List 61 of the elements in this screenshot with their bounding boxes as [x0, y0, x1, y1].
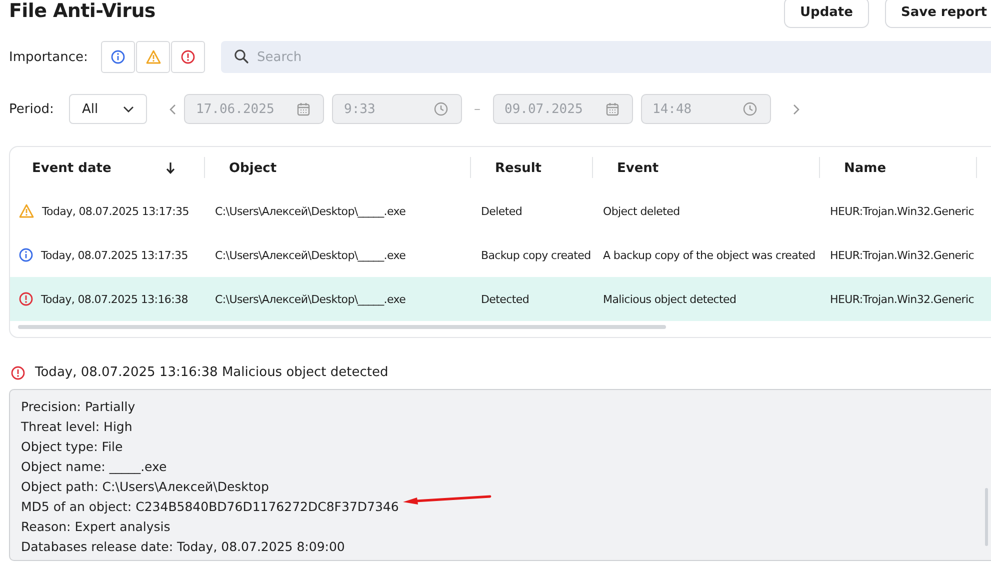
- error-icon: [11, 366, 25, 380]
- table-cell: Object deleted: [603, 204, 680, 218]
- clock-icon: [434, 102, 448, 116]
- vertical-scrollbar[interactable]: [985, 488, 988, 546]
- range-separator: –: [474, 102, 480, 116]
- detail-line: Object type: File: [21, 438, 123, 456]
- table-cell: HEUR:Trojan.Win32.Generic: [830, 248, 974, 262]
- chevron-down-icon: [123, 106, 134, 112]
- detail-line: MD5 of an object: C234B5840BD76D1176272DC8F37D7346: [21, 498, 399, 516]
- column-header[interactable]: Result: [495, 160, 542, 176]
- period-dropdown[interactable]: All: [69, 94, 147, 124]
- info-icon: [19, 248, 33, 262]
- importance-label: Importance:: [9, 50, 89, 64]
- error-icon: [181, 50, 195, 64]
- table-cell: C:\Users\Алексей\Desktop\_____.exe: [215, 292, 406, 306]
- clock-icon: [742, 102, 756, 116]
- table-cell: A backup copy of the object was created: [603, 248, 816, 262]
- period-label: Period:: [9, 102, 55, 116]
- table-row[interactable]: Today, 08.07.2025 13:17:35 C:\Users\Алексей\Desktop\_____.exe Backup copy created A backup copy of the object was created HEUR:Trojan.Win32.Generic: [10, 233, 991, 277]
- chevron-left-icon[interactable]: [169, 104, 176, 114]
- detail-line: Reason: Expert analysis: [21, 518, 170, 536]
- importance-filter[interactable]: [171, 41, 205, 73]
- info-icon: [111, 50, 125, 64]
- table-row[interactable]: Today, 08.07.2025 13:16:38 C:\Users\Алексей\Desktop\_____.exe Detected Malicious object detected HEUR:Trojan.Win32.Generic: [10, 277, 991, 321]
- column-header[interactable]: Name: [844, 160, 886, 176]
- table-cell: HEUR:Trojan.Win32.Generic: [830, 204, 974, 218]
- search-icon: [234, 49, 249, 64]
- error-icon: [19, 292, 33, 306]
- toolbar-button[interactable]: Save report: [884, 0, 991, 28]
- importance-filter[interactable]: [101, 41, 135, 73]
- column-header[interactable]: Object: [229, 160, 277, 176]
- table-cell: Today, 08.07.2025 13:17:35: [41, 248, 188, 262]
- detail-line: Precision: Partially: [21, 398, 136, 416]
- toolbar-button[interactable]: Update: [784, 0, 869, 28]
- table-cell: Malicious object detected: [603, 292, 736, 306]
- table-cell: C:\Users\Алексей\Desktop\_____.exe: [215, 248, 406, 262]
- importance-filter[interactable]: [136, 41, 170, 73]
- table-row[interactable]: Today, 08.07.2025 13:17:35 C:\Users\Алексей\Desktop\_____.exe Deleted Object deleted HEUR:Trojan.Win32.Generic: [10, 189, 991, 233]
- search-field[interactable]: Search: [221, 41, 991, 73]
- table-cell: Today, 08.07.2025 13:16:38: [41, 292, 188, 306]
- calendar-icon: [297, 102, 310, 116]
- table-cell: Deleted: [481, 204, 522, 218]
- table-cell: Detected: [481, 292, 530, 306]
- column-header[interactable]: Event date: [32, 160, 112, 176]
- calendar-icon: [606, 102, 618, 116]
- horizontal-scrollbar[interactable]: [18, 325, 666, 329]
- details-heading: Today, 08.07.2025 13:16:38 Malicious object detected: [35, 365, 388, 380]
- column-header[interactable]: Event: [617, 160, 659, 176]
- table-cell: C:\Users\Алексей\Desktop\_____.exe: [215, 204, 406, 218]
- detail-line: Threat level: High: [21, 418, 132, 436]
- detail-line: Object path: C:\Users\Алексей\Desktop: [21, 478, 269, 496]
- table-cell: Today, 08.07.2025 13:17:35: [42, 204, 189, 218]
- table-cell: Backup copy created: [481, 248, 591, 262]
- sort-arrow-icon[interactable]: [166, 162, 175, 174]
- chevron-right-icon[interactable]: [792, 104, 800, 114]
- warning-icon: [146, 50, 160, 64]
- page-title: File Anti-Virus: [9, 0, 156, 22]
- warning-icon: [19, 204, 34, 218]
- detail-line: Databases release date: Today, 08.07.2025 8:09:00: [21, 538, 345, 556]
- table-cell: HEUR:Trojan.Win32.Generic: [830, 292, 974, 306]
- detail-line: Object name: _____.exe: [21, 458, 167, 476]
